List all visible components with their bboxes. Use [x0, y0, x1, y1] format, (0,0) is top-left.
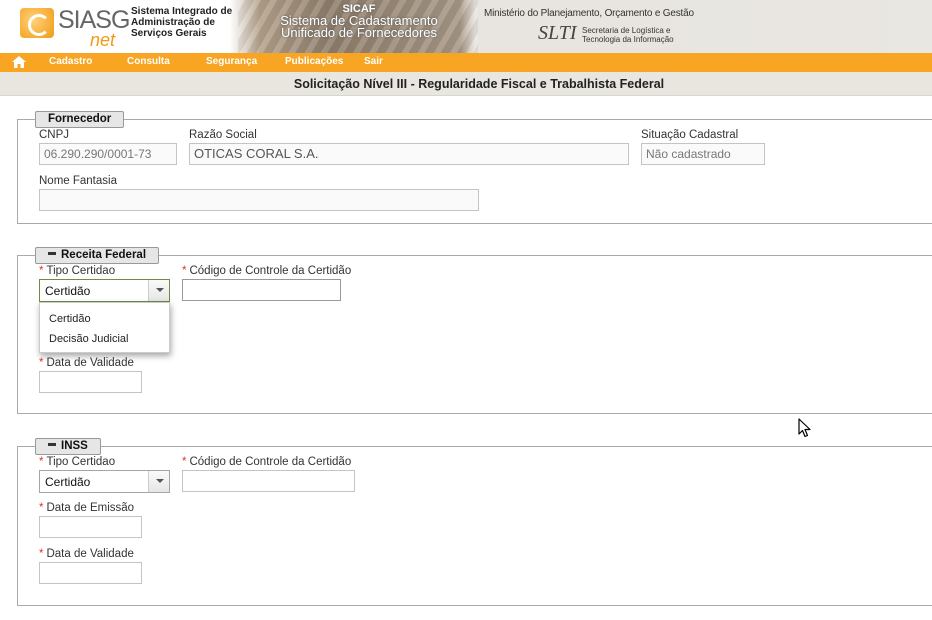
- cnpj-label: CNPJ: [39, 129, 70, 141]
- siasg-logo-mark-icon: [20, 8, 54, 38]
- receita-tipo-label: * Tipo Certidao: [39, 265, 115, 277]
- required-marker: *: [182, 265, 187, 277]
- dropdown-option-certidao[interactable]: Certidão: [40, 311, 169, 331]
- siasg-logo-net: net: [90, 30, 116, 50]
- system-name-line-1: Sistema Integrado de: [131, 6, 233, 17]
- inss-legend[interactable]: INSS: [35, 438, 101, 455]
- sicaf-subtitle-2: Unificado de Fornecedores: [280, 25, 438, 40]
- inss-tipo-value: Certidão: [45, 475, 91, 489]
- receita-validade-label-text: Data de Validade: [46, 357, 134, 369]
- nome-fantasia-field[interactable]: [39, 189, 479, 211]
- menu-bar: Cadastro Consulta Segurança Publicações …: [0, 53, 932, 72]
- slti-text-line-1: Secretaria de Logística e: [582, 26, 671, 35]
- inss-emissao-label-text: Data de Emissão: [46, 502, 135, 514]
- required-marker: *: [39, 357, 44, 369]
- inss-emissao-field[interactable]: [39, 516, 142, 538]
- inss-validade-field[interactable]: [39, 562, 142, 584]
- razao-social-field[interactable]: OTICAS CORAL S.A.: [189, 143, 629, 165]
- slti-logo: SLTI: [538, 22, 577, 44]
- inss-codigo-label: * Código de Controle da Certidão: [182, 456, 351, 468]
- inss-codigo-label-text: Código de Controle da Certidão: [189, 456, 352, 468]
- home-icon[interactable]: [12, 56, 26, 68]
- required-marker: *: [39, 456, 44, 468]
- receita-validade-label: * Data de Validade: [39, 357, 134, 369]
- inss-codigo-field[interactable]: [182, 470, 355, 492]
- system-name-line-2: Administração de: [131, 17, 215, 28]
- razao-social-label: Razão Social: [189, 129, 257, 141]
- page-title-bar: Solicitação Nível III - Regularidade Fis…: [0, 72, 932, 96]
- system-name-line-3: Serviços Gerais: [131, 28, 207, 39]
- fornecedor-legend: Fornecedor: [35, 111, 125, 128]
- receita-codigo-label-text: Código de Controle da Certidão: [189, 265, 352, 277]
- collapse-minus-icon[interactable]: [48, 443, 56, 447]
- required-marker: *: [39, 265, 44, 277]
- inss-tipo-label-text: Tipo Certidao: [46, 456, 116, 468]
- inss-legend-label: INSS: [61, 440, 88, 452]
- receita-tipo-dropdown: Certidão Decisão Judicial: [39, 302, 170, 353]
- required-marker: *: [182, 456, 187, 468]
- required-marker: *: [39, 548, 44, 560]
- required-marker: *: [39, 502, 44, 514]
- slti-text-line-2: Tecnologia da Informação: [582, 35, 674, 44]
- receita-codigo-field[interactable]: [182, 279, 341, 301]
- collapse-minus-icon[interactable]: [48, 252, 56, 256]
- receita-tipo-select[interactable]: Certidão: [39, 279, 170, 302]
- menu-publicacoes[interactable]: Publicações: [285, 56, 343, 67]
- menu-sair[interactable]: Sair: [364, 56, 383, 67]
- page-title: Solicitação Nível III - Regularidade Fis…: [293, 77, 665, 91]
- receita-tipo-label-text: Tipo Certidao: [46, 265, 116, 277]
- menu-seguranca[interactable]: Segurança: [206, 56, 257, 67]
- cnpj-field[interactable]: 06.290.290/0001-73: [39, 143, 177, 165]
- menu-cadastro[interactable]: Cadastro: [49, 56, 92, 67]
- inss-tipo-select[interactable]: Certidão: [39, 470, 170, 493]
- inss-emissao-label: * Data de Emissão: [39, 502, 134, 514]
- inss-validade-label: * Data de Validade: [39, 548, 134, 560]
- receita-tipo-value: Certidão: [45, 284, 91, 298]
- siasg-logo: SIASG net: [20, 6, 130, 50]
- menu-consulta[interactable]: Consulta: [127, 56, 170, 67]
- situacao-cadastral-label: Situação Cadastral: [641, 129, 739, 141]
- inss-tipo-label: * Tipo Certidao: [39, 456, 115, 468]
- receita-legend-label: Receita Federal: [61, 249, 147, 261]
- receita-legend[interactable]: Receita Federal: [35, 247, 160, 264]
- receita-codigo-label: * Código de Controle da Certidão: [182, 265, 351, 277]
- header-banner: SIASG net Sistema Integrado de Administr…: [0, 0, 932, 53]
- slti-text: Secretaria de Logística e Tecnologia da …: [582, 26, 674, 44]
- inss-validade-label-text: Data de Validade: [46, 548, 134, 560]
- chevron-down-icon[interactable]: [148, 471, 169, 492]
- ministry-name: Ministério do Planejamento, Orçamento e …: [484, 8, 694, 19]
- receita-validade-field[interactable]: [39, 371, 142, 393]
- fornecedor-legend-label: Fornecedor: [48, 113, 112, 125]
- situacao-cadastral-field[interactable]: Não cadastrado: [641, 143, 765, 165]
- mouse-cursor-icon: [798, 418, 812, 438]
- system-name: Sistema Integrado de Administração de Se…: [131, 6, 241, 39]
- dropdown-option-decisao-judicial[interactable]: Decisão Judicial: [40, 331, 169, 351]
- sicaf-title: SICAF Sistema de Cadastramento Unificado…: [268, 3, 450, 39]
- nome-fantasia-label: Nome Fantasia: [39, 175, 117, 187]
- chevron-down-icon[interactable]: [148, 280, 169, 301]
